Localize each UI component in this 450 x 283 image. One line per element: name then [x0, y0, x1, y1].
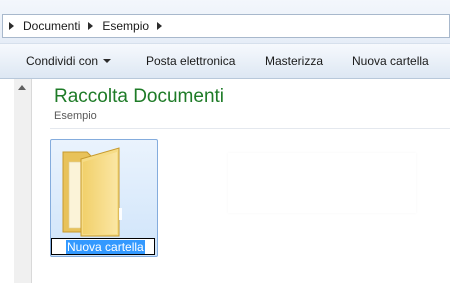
breadcrumb-item-esempio[interactable]: Esempio — [100, 19, 151, 33]
folder-icon — [62, 147, 122, 237]
library-title: Raccolta Documenti — [54, 86, 225, 107]
folder-name-selected-text: Nuova cartella — [66, 240, 145, 254]
share-with-label: Condividi con — [26, 54, 99, 68]
burn-button[interactable]: Masterizza — [265, 54, 323, 68]
email-button[interactable]: Posta elettronica — [146, 54, 235, 68]
breadcrumb-root-arrow-icon[interactable] — [9, 22, 14, 30]
address-bar: Documenti Esempio — [0, 0, 450, 44]
share-with-button[interactable]: Condividi con — [26, 54, 112, 68]
navigation-pane[interactable] — [0, 79, 14, 283]
scroll-up-arrow-icon[interactable] — [18, 85, 26, 90]
breadcrumb[interactable]: Documenti Esempio — [2, 14, 450, 38]
header-divider — [50, 128, 450, 129]
chevron-down-icon — [103, 58, 112, 63]
breadcrumb-separator-icon[interactable] — [157, 22, 163, 30]
navigation-scrollbar[interactable] — [14, 79, 32, 283]
blank-area — [228, 153, 416, 213]
breadcrumb-separator-icon[interactable] — [88, 22, 94, 30]
folder-rename-field[interactable]: Nuova cartella — [51, 238, 155, 255]
breadcrumb-item-documenti[interactable]: Documenti — [21, 19, 82, 33]
library-subtitle: Esempio — [54, 110, 97, 122]
new-folder-button[interactable]: Nuova cartella — [352, 54, 429, 68]
command-toolbar: Condividi con Posta elettronica Masteriz… — [0, 44, 450, 79]
